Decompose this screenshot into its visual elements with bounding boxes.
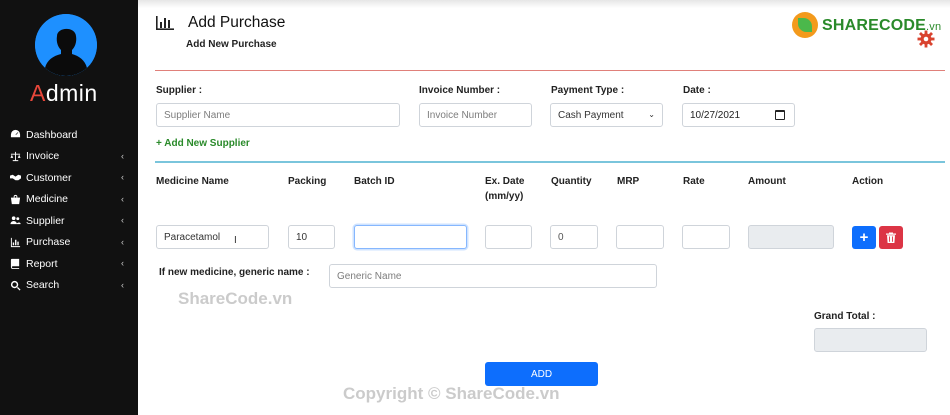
rate-input[interactable]	[682, 225, 730, 249]
handshake-icon	[9, 172, 21, 184]
chevron-left-icon: ‹	[121, 258, 124, 268]
bar-chart-icon	[9, 236, 21, 248]
search-icon	[9, 279, 21, 291]
chevron-left-icon: ‹	[121, 279, 124, 290]
sidebar-nav: Dashboard Invoice ‹ Customer ‹ Medicine …	[0, 124, 138, 296]
copyright-watermark: Copyright © ShareCode.vn	[343, 384, 560, 403]
grand-total-input	[814, 328, 927, 352]
sidebar-item-invoice[interactable]: Invoice ‹	[0, 146, 138, 168]
calendar-icon[interactable]	[775, 110, 785, 120]
dashboard-icon	[9, 129, 21, 141]
payment-type-select[interactable]: Cash Payment ⌄	[550, 103, 663, 127]
batch-id-input[interactable]	[354, 225, 467, 249]
shopping-bag-icon	[9, 193, 21, 205]
payment-type-label: Payment Type :	[551, 85, 625, 96]
sidebar-item-label: Report	[26, 257, 58, 270]
quantity-input[interactable]: 0	[550, 225, 598, 249]
date-input[interactable]: 10/27/2021	[682, 103, 795, 127]
delete-row-button[interactable]	[879, 226, 903, 249]
sidebar-item-medicine[interactable]: Medicine ‹	[0, 189, 138, 211]
chevron-left-icon: ‹	[121, 150, 124, 161]
sidebar-item-label: Search	[26, 279, 60, 292]
sidebar-item-report[interactable]: Report ‹	[0, 253, 138, 275]
sidebar-item-label: Medicine	[26, 193, 69, 206]
leaf-icon	[798, 18, 812, 32]
sidebar-item-search[interactable]: Search ‹	[0, 275, 138, 297]
main-content: Add Purchase Add New Purchase SHARECODE.…	[138, 0, 950, 415]
mrp-input[interactable]	[616, 225, 664, 249]
text-cursor-icon: I	[234, 235, 237, 246]
expiry-date-input[interactable]	[485, 225, 532, 249]
col-mrp: MRP	[617, 176, 640, 187]
scale-icon	[9, 150, 21, 162]
avatar	[35, 14, 97, 76]
invoice-number-label: Invoice Number :	[419, 85, 501, 96]
col-quantity: Quantity	[551, 176, 592, 187]
col-expiry-date: Ex. Date	[485, 176, 525, 187]
sidebar-item-label: Purchase	[26, 236, 71, 249]
amount-input	[748, 225, 834, 249]
page-subtitle: Add New Purchase	[186, 39, 277, 50]
supplier-input[interactable]: Supplier Name	[156, 103, 400, 127]
watermark-text: ShareCode.vn	[178, 289, 293, 308]
add-row-button[interactable]: +	[852, 226, 876, 249]
invoice-number-input[interactable]: Invoice Number	[419, 103, 532, 127]
bar-chart-icon	[156, 16, 174, 30]
page-title: Add Purchase	[188, 14, 286, 31]
chevron-left-icon: ‹	[121, 236, 124, 247]
user-silhouette-icon	[35, 14, 97, 76]
header-divider	[155, 70, 945, 71]
sidebar-item-label: Invoice	[26, 150, 60, 163]
gear-icon[interactable]	[917, 30, 935, 48]
generic-name-label: If new medicine, generic name :	[159, 267, 310, 278]
chevron-left-icon: ‹	[121, 172, 124, 182]
generic-name-input[interactable]: Generic Name	[329, 264, 657, 288]
chevron-left-icon: ‹	[121, 215, 124, 225]
sidebar-item-supplier[interactable]: Supplier ‹	[0, 210, 138, 232]
sidebar: Admin Dashboard Invoice ‹ Customer ‹ Med…	[0, 0, 138, 415]
medicine-name-input[interactable]: Paracetamol	[156, 225, 269, 249]
packing-input[interactable]: 10	[288, 225, 335, 249]
col-expiry-format: (mm/yy)	[485, 191, 524, 202]
sidebar-item-purchase[interactable]: Purchase ‹	[0, 232, 138, 254]
grand-total-label: Grand Total :	[814, 311, 876, 322]
supplier-label: Supplier :	[156, 85, 203, 96]
col-action: Action	[852, 176, 884, 187]
col-amount: Amount	[748, 176, 786, 187]
col-batch-id: Batch ID	[354, 176, 395, 187]
chevron-left-icon: ‹	[121, 193, 124, 204]
chevron-down-icon: ⌄	[648, 110, 655, 119]
date-label: Date :	[683, 85, 711, 96]
col-rate: Rate	[683, 176, 705, 187]
add-new-supplier-link[interactable]: + Add New Supplier	[156, 138, 250, 149]
users-icon	[9, 215, 21, 227]
sidebar-item-customer[interactable]: Customer ‹	[0, 167, 138, 189]
section-divider	[155, 161, 945, 163]
brand-logo: Admin	[30, 80, 98, 106]
topbar	[138, 0, 950, 8]
col-packing: Packing	[288, 176, 327, 187]
book-icon	[9, 258, 21, 270]
sidebar-item-label: Customer	[26, 171, 72, 184]
col-medicine-name: Medicine Name	[156, 176, 229, 187]
trash-icon	[886, 232, 896, 243]
add-purchase-button[interactable]: ADD	[485, 362, 598, 386]
sidebar-item-dashboard[interactable]: Dashboard	[0, 124, 138, 146]
sidebar-item-label: Dashboard	[26, 128, 78, 141]
sidebar-item-label: Supplier	[26, 214, 65, 227]
